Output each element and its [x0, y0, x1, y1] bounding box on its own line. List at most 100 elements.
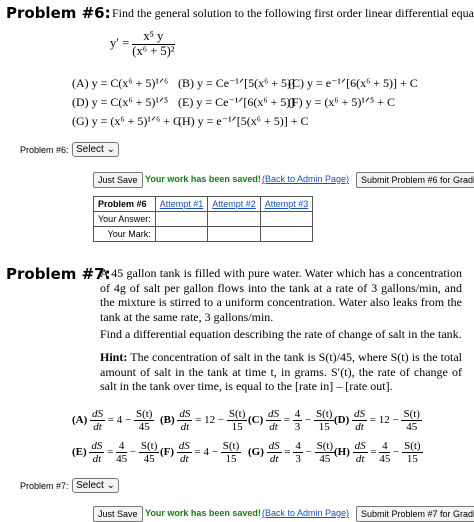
fraction-numerator: S(t) [313, 408, 335, 422]
problem-6-select[interactable]: Select ⌄ [72, 142, 119, 157]
attempt-2-link[interactable]: Attempt #2 [212, 199, 256, 209]
dt-symbol: dt [92, 453, 102, 466]
problem-7-find: Find a differential equation describing … [100, 327, 462, 341]
fraction-numerator: 4 [379, 440, 391, 454]
choice-label: (B) [160, 414, 175, 427]
dt-symbol: dt [269, 421, 278, 434]
operator: − [217, 414, 225, 427]
ds-symbol: dS [90, 408, 106, 422]
dt-symbol: dt [269, 453, 279, 466]
chevron-down-icon: ⌄ [106, 480, 115, 491]
constant-term: 4 [116, 414, 123, 427]
operator: − [392, 414, 399, 427]
ds-symbol: dS [352, 408, 368, 422]
answer-cell [259, 211, 314, 227]
p6-just-save-button[interactable]: Just Save [93, 172, 143, 188]
attempt-3-link[interactable]: Attempt #3 [265, 199, 309, 209]
problem-7-select[interactable]: Select ⌄ [72, 478, 119, 493]
operator: − [211, 446, 218, 459]
fraction-numerator: S(t) [138, 440, 160, 454]
operator: − [125, 414, 132, 427]
ds-symbol: dS [266, 408, 282, 422]
dt-symbol: dt [93, 421, 102, 434]
your-answer-label: Your Answer: [93, 211, 156, 227]
p7-choice-f: (F) dS dt = 4 − S(t) 15 [160, 440, 242, 466]
fraction-numerator: S(t) [401, 408, 422, 422]
fraction-denominator: 15 [406, 453, 418, 466]
p7-choice-d: (D) dS dt = 12 − S(t) 45 [334, 408, 422, 434]
mark-cell [154, 226, 209, 242]
mark-cell [259, 226, 314, 242]
select-value: Select [76, 144, 104, 155]
choice-label: (G) [248, 446, 264, 459]
mark-cell [207, 226, 261, 242]
p6-choice-d: (D) y = C(x⁶ + 5)¹ᐟ⁵ [72, 95, 169, 109]
hint-label: Hint: [100, 350, 128, 364]
p6-submit-button[interactable]: Submit Problem #6 for Grading [356, 172, 474, 188]
p7-choice-c: (C) dS dt = 43 − S(t) 15 [248, 408, 335, 434]
equation-denominator: (x⁶ + 5)² [132, 43, 175, 58]
dt-symbol: dt [180, 453, 189, 466]
dt-symbol: dt [355, 453, 365, 466]
dt-symbol: dt [180, 421, 190, 434]
ds-symbol: dS [266, 440, 282, 454]
p7-choice-g: (G) dS dt = 43 − S(t) 45 [248, 440, 336, 466]
fraction-numerator: S(t) [220, 440, 242, 454]
problem-7-hint: Hint: The concentration of salt in the t… [100, 350, 462, 394]
choice-label: (A) [72, 414, 88, 427]
answer-cell [207, 211, 261, 227]
attempt-1[interactable]: Attempt #1 [154, 196, 209, 212]
constant-term: 12 [204, 414, 216, 427]
table-header: Problem #6 [93, 196, 156, 212]
fraction-numerator: S(t) [402, 440, 423, 454]
p7-choice-b: (B) dS dt = 12 − S(t) 15 [160, 408, 248, 434]
fraction-denominator: 15 [231, 421, 243, 434]
fraction-denominator: 45 [379, 453, 391, 466]
attempt-3[interactable]: Attempt #3 [259, 196, 314, 212]
operator: − [393, 446, 400, 459]
fraction-denominator: 3 [294, 421, 301, 434]
constant-term: 4 [203, 446, 210, 459]
problem-7-label: Problem #7: [20, 481, 69, 491]
operator: − [129, 446, 137, 459]
fraction-denominator: 45 [406, 421, 418, 434]
p7-back-link[interactable]: (Back to Admin Page) [262, 508, 349, 518]
p7-just-save-button[interactable]: Just Save [93, 506, 143, 522]
constant-term: 12 [378, 414, 390, 427]
p6-back-link[interactable]: (Back to Admin Page) [262, 174, 349, 184]
p6-choice-c: (C) y = e⁻¹ᐟ[6(x⁶ + 5)] + C [288, 76, 418, 90]
choice-label: (E) [72, 446, 87, 459]
your-mark-label: Your Mark: [93, 226, 156, 242]
choice-label: (H) [334, 446, 350, 459]
fraction-numerator: 4 [293, 440, 303, 454]
equation-lhs: y′ = [110, 36, 130, 51]
p6-choice-f: (F) y = (x⁶ + 5)¹ᐟ⁵ + C [288, 95, 396, 109]
fraction-denominator: 45 [319, 453, 331, 466]
p7-submit-button[interactable]: Submit Problem #7 for Grading [356, 506, 474, 522]
ds-symbol: dS [89, 440, 105, 454]
attempt-2[interactable]: Attempt #2 [207, 196, 261, 212]
p7-choice-h: (H) dS dt = 4 45 − S(t) 15 [334, 440, 423, 466]
p6-choice-g: (G) y = (x⁶ + 5)¹ᐟ⁶ + C [72, 114, 182, 128]
dt-symbol: dt [355, 421, 364, 434]
p6-saved-message: Your work has been saved! [145, 174, 261, 184]
answer-cell [154, 211, 209, 227]
p6-attempts-table: Problem #6 Attempt #1 Attempt #2 Attempt… [93, 196, 314, 242]
fraction-denominator: 45 [143, 453, 155, 466]
operator: − [305, 446, 312, 459]
p7-choice-a: (A) dS dt = 4 − S(t) 45 [72, 408, 155, 434]
fraction-numerator: S(t) [314, 440, 336, 454]
p7-choice-e: (E) dS dt = 4 45 − S(t) 45 [72, 440, 160, 466]
p6-choice-b: (B) y = Ce⁻¹ᐟ[5(x⁶ + 5)] [178, 76, 296, 90]
problem-6-equation: y′ = x⁵ y (x⁶ + 5)² [110, 29, 175, 59]
fraction-numerator: 4 [116, 440, 128, 454]
fraction-denominator: 3 [295, 453, 301, 466]
ds-symbol: dS [176, 440, 192, 454]
fraction-denominator: 15 [318, 421, 330, 434]
fraction-denominator: 45 [116, 453, 128, 466]
problem-7-heading: Problem #7: [6, 265, 111, 283]
choice-label: (C) [248, 414, 264, 427]
problem-6-prompt: Find the general solution to the followi… [112, 6, 474, 20]
attempt-1-link[interactable]: Attempt #1 [160, 199, 204, 209]
fraction-numerator: S(t) [226, 408, 248, 422]
